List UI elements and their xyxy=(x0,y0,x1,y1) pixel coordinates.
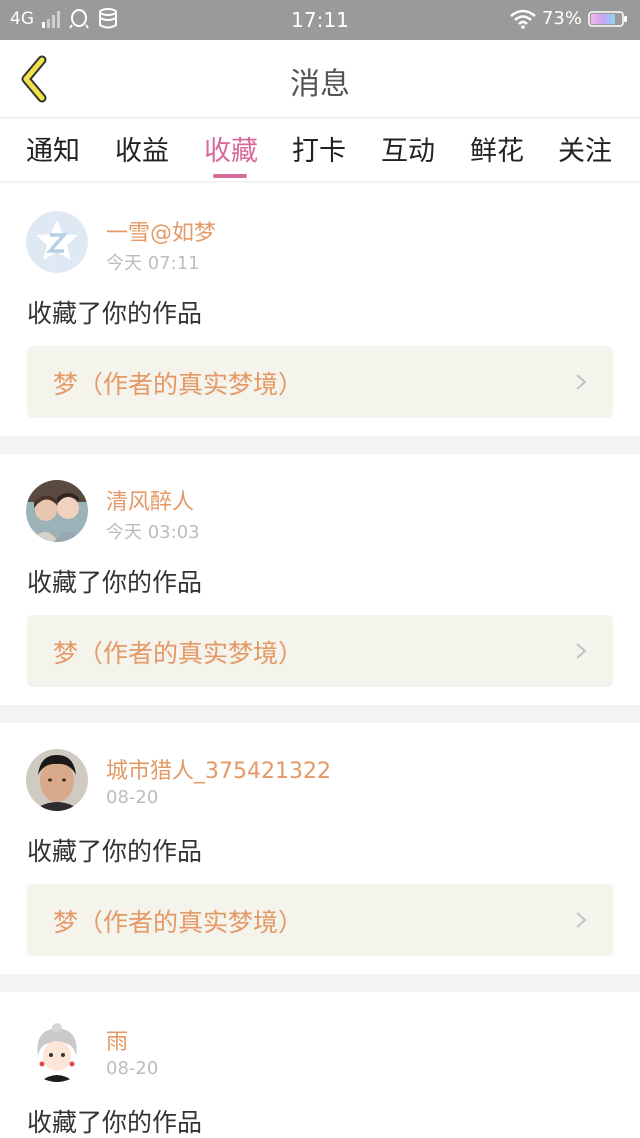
page-title: 消息 xyxy=(290,67,350,102)
action-text: 收藏了你的作品 xyxy=(27,1108,203,1137)
work-title: 梦（作者的真实梦境） xyxy=(53,370,304,399)
username[interactable]: 雨 xyxy=(106,1024,128,1056)
battery-icon xyxy=(588,10,627,27)
tab-notifications[interactable]: 通知 xyxy=(26,129,80,168)
message-card: 城市猎人_375421322 08-20 收藏了你的作品 梦（作者的真实梦境） xyxy=(0,723,640,974)
tab-earnings[interactable]: 收益 xyxy=(115,129,169,168)
tab-flowers[interactable]: 鲜花 xyxy=(470,129,524,168)
action-text: 收藏了你的作品 xyxy=(27,837,203,866)
tab-bar: 通知 收益 收藏 打卡 互动 鲜花 关注 xyxy=(0,119,640,181)
action-text: 收藏了你的作品 xyxy=(27,568,203,597)
message-card: 清风醉人 今天 03:03 收藏了你的作品 梦（作者的真实梦境） xyxy=(0,454,640,705)
username[interactable]: 城市猎人_375421322 xyxy=(106,753,331,785)
avatar[interactable] xyxy=(26,211,88,273)
status-right: 73% xyxy=(510,8,630,29)
tab-interaction[interactable]: 互动 xyxy=(381,129,435,168)
timestamp: 08-20 xyxy=(106,1058,159,1079)
active-tab-indicator xyxy=(213,174,247,178)
action-text: 收藏了你的作品 xyxy=(27,299,203,328)
username[interactable]: 一雪@如梦 xyxy=(106,215,216,247)
work-title: 梦（作者的真实梦境） xyxy=(53,639,304,668)
tab-follow[interactable]: 关注 xyxy=(558,129,612,168)
chevron-right-icon xyxy=(576,912,587,928)
avatar[interactable] xyxy=(26,1020,88,1082)
timestamp: 今天 07:11 xyxy=(106,253,200,274)
chevron-right-icon xyxy=(576,374,587,390)
work-link[interactable]: 梦（作者的真实梦境） xyxy=(27,615,613,687)
username[interactable]: 清风醉人 xyxy=(106,484,194,516)
battery-percent: 73% xyxy=(541,8,582,29)
work-title: 梦（作者的真实梦境） xyxy=(53,908,304,937)
avatar[interactable] xyxy=(26,749,88,811)
work-link[interactable]: 梦（作者的真实梦境） xyxy=(27,884,613,956)
wifi-icon xyxy=(510,9,536,29)
tab-checkin[interactable]: 打卡 xyxy=(292,129,346,168)
work-link[interactable]: 梦（作者的真实梦境） xyxy=(27,346,613,418)
message-card: 雨 08-20 收藏了你的作品 xyxy=(0,992,640,1138)
tab-favorites[interactable]: 收藏 xyxy=(204,129,258,168)
timestamp: 08-20 xyxy=(106,787,159,808)
message-card: 一雪@如梦 今天 07:11 收藏了你的作品 梦（作者的真实梦境） xyxy=(0,183,640,436)
avatar[interactable] xyxy=(26,480,88,542)
timestamp: 今天 03:03 xyxy=(106,522,200,543)
title-bar: 消息 xyxy=(0,40,640,118)
chevron-right-icon xyxy=(576,643,587,659)
status-bar: 4G 17:11 73% xyxy=(0,0,640,40)
